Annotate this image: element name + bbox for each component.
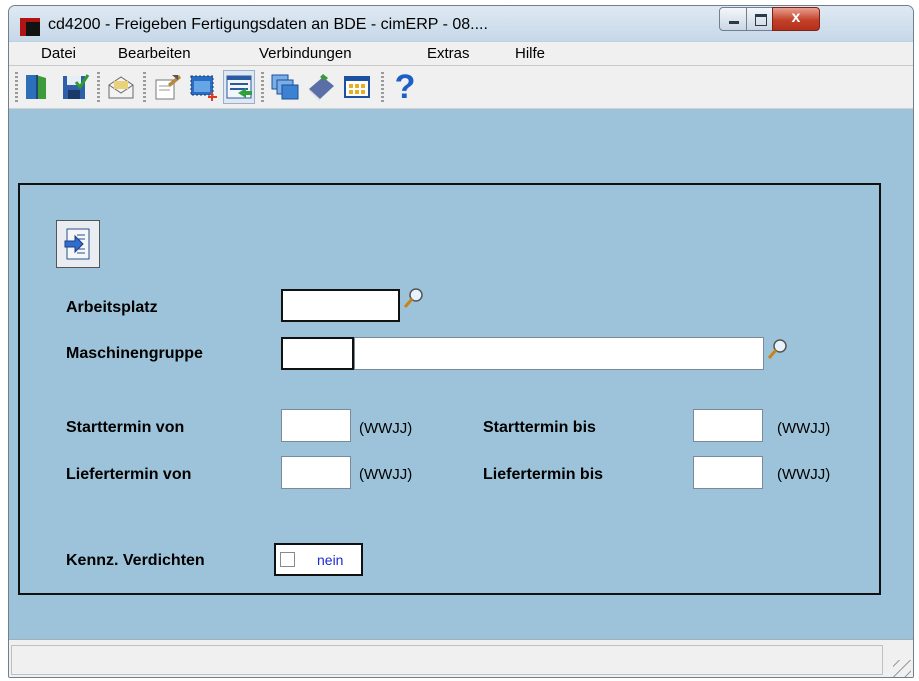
liefertermin-bis-label: Liefertermin bis <box>483 466 604 483</box>
exit-door-icon <box>26 75 46 99</box>
book-button[interactable] <box>305 70 337 104</box>
verdichten-value: nein <box>317 552 344 568</box>
liefertermin-von-input[interactable] <box>281 456 351 489</box>
resize-grip[interactable] <box>893 660 911 677</box>
starttermin-von-input[interactable] <box>281 409 351 442</box>
help-button[interactable]: ? <box>389 70 421 104</box>
edit-pen-icon <box>155 75 181 100</box>
starttermin-von-unit: (WWJJ) <box>359 420 413 437</box>
maschinengruppe-search-icon[interactable] <box>766 337 790 361</box>
verdichten-field[interactable]: nein <box>274 543 363 576</box>
starttermin-bis-label: Starttermin bis <box>483 419 596 436</box>
table-button[interactable] <box>341 70 373 104</box>
windows-icon <box>271 74 299 100</box>
menu-extras[interactable]: Extras <box>427 45 470 62</box>
toolbar-separator <box>97 72 100 102</box>
menu-datei[interactable]: Datei <box>41 45 76 62</box>
table-grid-icon <box>344 76 370 98</box>
title-bar[interactable]: cd4200 - Freigeben Fertigungsdaten an BD… <box>9 6 913 41</box>
maximize-icon <box>755 14 767 26</box>
new-record-button[interactable] <box>187 70 219 104</box>
arbeitsplatz-label: Arbeitsplatz <box>66 299 158 316</box>
toolbar: ? <box>9 66 913 109</box>
window-title: cd4200 - Freigeben Fertigungsdaten an BD… <box>48 16 488 33</box>
maschinengruppe-input[interactable] <box>281 337 354 370</box>
form-panel <box>18 183 881 595</box>
menu-verbindungen[interactable]: Verbindungen <box>259 45 352 62</box>
toolbar-separator <box>261 72 264 102</box>
exit-button[interactable] <box>21 70 53 104</box>
liefertermin-bis-input[interactable] <box>693 456 763 489</box>
liefertermin-bis-unit: (WWJJ) <box>777 466 831 483</box>
toolbar-separator <box>381 72 384 102</box>
starttermin-von-label: Starttermin von <box>66 419 185 436</box>
starttermin-bis-unit: (WWJJ) <box>777 420 831 437</box>
verdichten-checkbox[interactable] <box>280 552 295 567</box>
mail-icon <box>108 76 134 99</box>
menu-hilfe[interactable]: Hilfe <box>515 45 545 62</box>
maschinengruppe-description-field <box>354 337 764 370</box>
book-icon <box>309 74 334 101</box>
help-icon: ? <box>394 68 416 106</box>
save-button[interactable] <box>59 70 91 104</box>
menu-bar: Datei Bearbeiten Verbindungen Extras Hil… <box>9 42 913 66</box>
transfer-action-button[interactable] <box>56 220 100 268</box>
status-bar <box>9 639 913 677</box>
toolbar-separator <box>143 72 146 102</box>
liefertermin-von-label: Liefertermin von <box>66 466 192 483</box>
menu-bearbeiten[interactable]: Bearbeiten <box>118 45 191 62</box>
starttermin-bis-input[interactable] <box>693 409 763 442</box>
new-record-icon <box>190 75 217 101</box>
close-icon: x <box>791 9 801 26</box>
mail-button[interactable] <box>105 70 137 104</box>
verdichten-label: Kennz. Verdichten <box>66 552 205 569</box>
liefertermin-von-unit: (WWJJ) <box>359 466 413 483</box>
transfer-button[interactable] <box>223 70 255 104</box>
minimize-button[interactable] <box>719 7 747 31</box>
maschinengruppe-label: Maschinengruppe <box>66 345 203 362</box>
transfer-list-icon <box>226 75 252 99</box>
app-logo-icon <box>20 18 40 36</box>
arbeitsplatz-search-icon[interactable] <box>402 286 426 310</box>
windows-button[interactable] <box>269 70 301 104</box>
status-text <box>11 645 883 675</box>
maximize-button[interactable] <box>746 7 773 31</box>
arbeitsplatz-input[interactable] <box>281 289 400 322</box>
close-button[interactable]: x <box>772 7 820 31</box>
transfer-document-icon <box>64 228 90 260</box>
toolbar-grip[interactable] <box>15 72 18 102</box>
save-icon <box>63 74 90 99</box>
edit-button[interactable] <box>151 70 183 104</box>
minimize-icon <box>729 21 739 24</box>
